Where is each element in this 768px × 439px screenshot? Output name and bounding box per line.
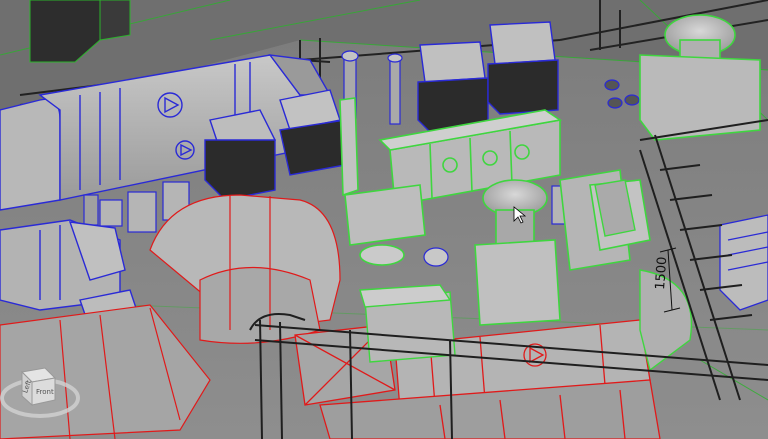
rtu-blue-right[interactable] <box>719 214 768 311</box>
3d-scene[interactable]: 1500 Front Left <box>0 0 768 439</box>
model-viewport[interactable]: 1500 Front Left <box>0 0 768 439</box>
dimension-value: 1500 <box>653 256 670 290</box>
view-cube-front-label: Front <box>36 388 54 396</box>
